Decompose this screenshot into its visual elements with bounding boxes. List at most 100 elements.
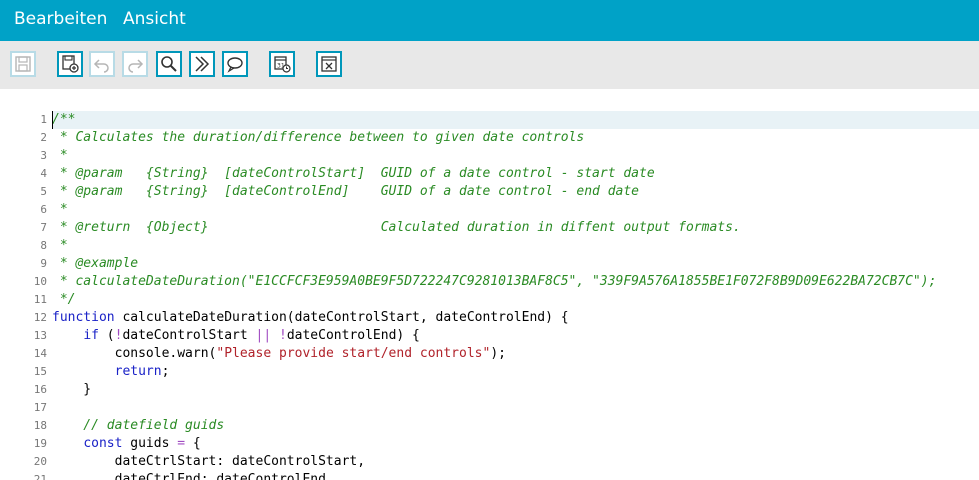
- text-cursor: [52, 111, 53, 129]
- code-line[interactable]: 8 *: [4, 237, 979, 255]
- code-token: "Please provide start/end controls": [216, 346, 491, 361]
- code-text: /**: [52, 111, 979, 129]
- code-token: dateCtrlStart: dateControlStart,: [52, 454, 366, 469]
- code-token: console.warn(: [52, 346, 217, 361]
- code-text: if (!dateControlStart || !dateControlEnd…: [52, 327, 979, 345]
- code-text: * @param {String} [dateControlEnd] GUID …: [52, 183, 979, 201]
- code-line[interactable]: 14 console.warn("Please provide start/en…: [4, 345, 979, 363]
- comment-icon: [227, 57, 243, 73]
- code-text: *: [52, 237, 979, 255]
- code-text: // datefield guids: [52, 417, 979, 435]
- redo-icon: [128, 59, 144, 73]
- save-button[interactable]: [10, 51, 36, 77]
- line-number: 5: [40, 185, 47, 198]
- jump-forward-button[interactable]: [189, 51, 215, 77]
- code-token: {: [185, 436, 201, 451]
- code-text: *: [52, 147, 979, 165]
- code-token: * @param {String} [dateControlStart] GUI…: [52, 166, 655, 181]
- code-token: // datefield guids: [52, 418, 225, 433]
- line-number: 21: [33, 473, 47, 480]
- search-button[interactable]: [156, 51, 182, 77]
- line-number: 19: [33, 437, 47, 450]
- fullscreen-icon: [321, 56, 337, 72]
- code-token: * @param {String} [dateControlEnd] GUID …: [52, 184, 639, 199]
- code-token: *: [52, 202, 68, 217]
- code-token: calculateDateDuration(dateControlStart, …: [114, 310, 569, 325]
- code-token: */: [52, 292, 76, 307]
- code-token: * @return {Object} Calculated duration i…: [52, 220, 741, 235]
- code-editor[interactable]: 1 /** 2 * Calculates the duration/differen…: [4, 95, 979, 480]
- menu-item-ansicht[interactable]: Ansicht: [123, 0, 186, 39]
- code-token: * @example: [52, 256, 139, 271]
- line-number: 10: [33, 275, 47, 288]
- search-icon: [161, 56, 177, 72]
- line-number: 1: [40, 113, 47, 126]
- comment-button[interactable]: [222, 51, 248, 77]
- date-picker-button[interactable]: 31: [269, 51, 295, 77]
- toolbar: 31: [0, 41, 979, 89]
- code-text: return;: [52, 363, 979, 381]
- save-copy-button[interactable]: [57, 51, 83, 77]
- code-token: ;: [161, 364, 170, 379]
- code-text: function calculateDateDuration(dateContr…: [52, 309, 979, 327]
- code-token: !: [279, 328, 287, 343]
- line-number: 15: [33, 365, 47, 378]
- code-token: *: [52, 238, 68, 253]
- code-line[interactable]: 11 */: [4, 291, 979, 309]
- code-line[interactable]: 15 return;: [4, 363, 979, 381]
- redo-button[interactable]: [122, 51, 148, 77]
- code-token: guids: [122, 436, 178, 451]
- menu-item-bearbeiten[interactable]: Bearbeiten: [14, 0, 107, 39]
- undo-button[interactable]: [89, 51, 115, 77]
- fullscreen-button[interactable]: [316, 51, 342, 77]
- code-token: =: [177, 436, 186, 451]
- code-token: * Calculates the duration/difference bet…: [52, 130, 585, 145]
- code-text: * @example: [52, 255, 979, 273]
- menu-bar: Bearbeiten Ansicht: [0, 0, 979, 41]
- code-text: dateCtrlStart: dateControlStart,: [52, 453, 979, 471]
- code-line[interactable]: 7 * @return {Object} Calculated duration…: [4, 219, 979, 237]
- code-line[interactable]: 17: [4, 399, 979, 417]
- save-copy-icon: [62, 55, 79, 73]
- line-number: 6: [40, 203, 47, 216]
- code-token: /**: [52, 112, 76, 127]
- code-line[interactable]: 4 * @param {String} [dateControlStart] G…: [4, 165, 979, 183]
- code-line[interactable]: 12 function calculateDateDuration(dateCon…: [4, 309, 979, 327]
- code-line[interactable]: 19 const guids = {: [4, 435, 979, 453]
- code-line[interactable]: 18 // datefield guids: [4, 417, 979, 435]
- code-token: }: [52, 382, 92, 397]
- code-line[interactable]: 21 dateCtrlEnd: dateControlEnd: [4, 471, 979, 480]
- code-line[interactable]: 1 /**: [4, 111, 979, 129]
- code-token: * calculateDateDuration("E1CCFCF3E959A0B…: [52, 274, 937, 289]
- code-text: }: [52, 381, 979, 399]
- date-picker-icon: 31: [274, 56, 291, 73]
- line-number: 13: [33, 329, 47, 342]
- code-text: * @param {String} [dateControlStart] GUI…: [52, 165, 979, 183]
- code-token: dateControlEnd) {: [286, 328, 420, 343]
- code-text: *: [52, 201, 979, 219]
- code-line[interactable]: 13 if (!dateControlStart || !dateControl…: [4, 327, 979, 345]
- save-icon: [15, 56, 31, 72]
- line-number: 9: [40, 257, 47, 270]
- line-number: 4: [40, 167, 47, 180]
- code-token: function: [52, 310, 115, 325]
- code-line[interactable]: 6 *: [4, 201, 979, 219]
- line-number: 8: [40, 239, 47, 252]
- code-line[interactable]: 10 * calculateDateDuration("E1CCFCF3E959…: [4, 273, 979, 291]
- line-number: 16: [33, 383, 47, 396]
- code-line[interactable]: 20 dateCtrlStart: dateControlStart,: [4, 453, 979, 471]
- code-token: dateControlStart: [122, 328, 256, 343]
- code-text: dateCtrlEnd: dateControlEnd: [52, 471, 979, 480]
- code-line[interactable]: 9 * @example: [4, 255, 979, 273]
- line-number: 7: [40, 221, 47, 234]
- code-text: */: [52, 291, 979, 309]
- code-line[interactable]: 5 * @param {String} [dateControlEnd] GUI…: [4, 183, 979, 201]
- code-text: * Calculates the duration/difference bet…: [52, 129, 979, 147]
- code-line[interactable]: 2 * Calculates the duration/difference b…: [4, 129, 979, 147]
- line-number: 3: [40, 149, 47, 162]
- code-line[interactable]: 3 *: [4, 147, 979, 165]
- code-line[interactable]: 16 }: [4, 381, 979, 399]
- jump-forward-icon: [195, 56, 210, 72]
